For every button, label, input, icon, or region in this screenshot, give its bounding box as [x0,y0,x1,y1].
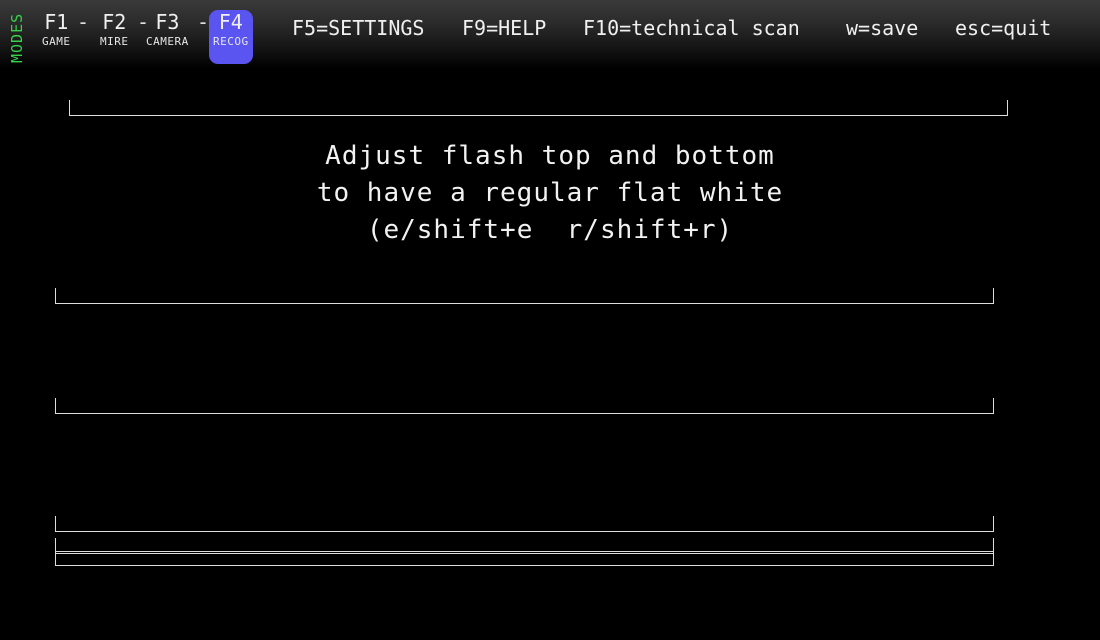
scan-bracket-3 [55,516,994,532]
separator: - [77,10,90,34]
mode-f4-recog[interactable]: F4 RECOG [209,10,253,64]
mode-name: RECOG [213,35,249,48]
save-command[interactable]: w=save [846,10,918,46]
scan-bracket-2 [55,398,994,414]
instruction-line: to have a regular flat white [316,178,784,208]
mode-name: CAMERA [146,35,189,48]
mode-key: F3 [155,10,180,34]
flash-top-bracket [69,100,1008,116]
flash-bottom-frame [55,551,994,566]
instructions-text: Adjust flash top and bottom to have a re… [0,138,1100,249]
quit-command[interactable]: esc=quit [955,10,1051,46]
mode-key: F1 [44,10,69,34]
settings-command[interactable]: F5=SETTINGS [292,10,424,46]
instruction-line: Adjust flash top and bottom [325,141,775,171]
mode-key: F2 [102,10,127,34]
mode-name: MIRE [100,35,129,48]
mode-f1-game[interactable]: F1 GAME [42,10,71,64]
mode-name: GAME [42,35,71,48]
help-command[interactable]: F9=HELP [462,10,546,46]
mode-f3-camera[interactable]: F3 CAMERA [146,10,189,64]
instruction-line: (e/shift+e r/shift+r) [366,215,734,245]
scan-bracket-1 [55,288,994,304]
modes-label: MODES [8,12,26,64]
separator: - [197,10,210,34]
technical-scan-command[interactable]: F10=technical scan [583,10,800,46]
mode-f2-mire[interactable]: F2 MIRE [100,10,129,64]
mode-key: F4 [218,10,243,34]
top-toolbar: MODES F1 GAME - F2 MIRE - F3 CAMERA - F4… [0,0,1100,68]
